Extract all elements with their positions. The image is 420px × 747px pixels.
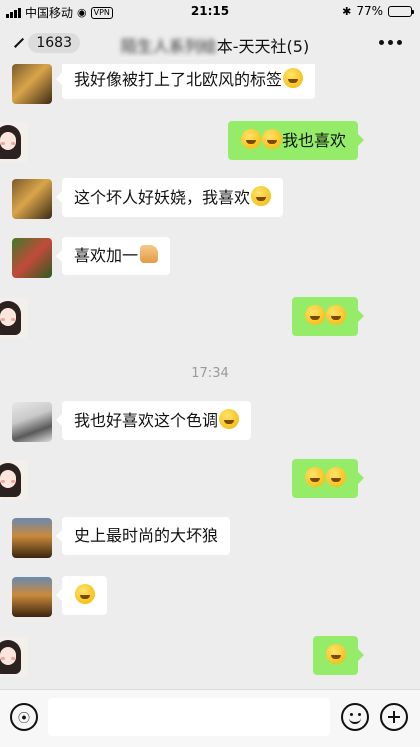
more-dots-icon: [379, 39, 384, 45]
more-actions-button[interactable]: [380, 703, 408, 731]
message-input[interactable]: [48, 698, 330, 736]
message-bubble[interactable]: [313, 636, 364, 675]
voice-icon: ⦿: [17, 710, 30, 725]
avatar[interactable]: [12, 238, 52, 278]
message-bubble[interactable]: [56, 576, 107, 615]
kiss-emoji-icon: [305, 467, 325, 487]
voice-input-button[interactable]: ⦿: [10, 703, 38, 731]
avatar[interactable]: [0, 460, 28, 500]
avatar[interactable]: [0, 122, 28, 162]
battery-percent: 77%: [356, 4, 383, 18]
grin-emoji-icon: [75, 584, 95, 604]
message-bubble[interactable]: 我好像被打上了北欧风的标签: [55, 64, 316, 99]
message-text: 喜欢加一: [74, 246, 139, 265]
timestamp: 17:34: [191, 366, 229, 381]
tears-of-joy-emoji-icon: [326, 305, 346, 325]
input-toolbar: ⦿: [0, 689, 420, 747]
back-button[interactable]: 1683: [14, 31, 80, 55]
emoji-button[interactable]: [341, 703, 369, 731]
avatar[interactable]: [12, 179, 52, 219]
status-bar: 中国移动 ◉ VPN 21:15 ✱ 77%: [0, 0, 420, 22]
message-row: [0, 636, 420, 677]
bluetooth-icon: ✱: [342, 4, 352, 18]
thumbs-up-emoji-icon: [140, 245, 159, 263]
avatar[interactable]: [12, 64, 52, 104]
message-text: 我也好喜欢这个色调: [74, 411, 219, 430]
grin-emoji-icon: [261, 129, 282, 149]
unread-count-badge: 1683: [28, 33, 80, 53]
chat-message-list[interactable]: 我好像被打上了北欧风的标签 我也喜欢 这个坏人好妖娆，我喜欢 喜欢加一 17:3…: [0, 64, 420, 689]
grin-emoji-icon: [240, 129, 261, 149]
message-text: 我也喜欢: [281, 131, 346, 150]
heart-eyes-emoji-icon: [251, 186, 272, 206]
chat-title-blurred: 陌生人系列绘: [120, 37, 217, 56]
chat-title: 陌生人系列绘本-天天社(5): [100, 33, 330, 57]
avatar[interactable]: [12, 518, 52, 558]
message-row: 我也喜欢: [0, 121, 420, 162]
message-text: 史上最时尚的大坏狼: [74, 526, 219, 545]
message-bubble[interactable]: 我也好喜欢这个色调: [55, 401, 252, 440]
kiss-emoji-icon: [326, 467, 346, 487]
message-bubble[interactable]: 史上最时尚的大坏狼: [55, 517, 231, 555]
message-bubble[interactable]: 我也喜欢: [227, 121, 365, 160]
message-bubble[interactable]: [292, 297, 364, 336]
chat-header: 1683 陌生人系列绘本-天天社(5): [0, 22, 420, 64]
chat-title-text: 本-天天社(5): [216, 37, 310, 56]
tears-of-joy-emoji-icon: [305, 305, 325, 325]
message-row: [0, 297, 420, 338]
message-row: [0, 459, 420, 500]
message-text: 我好像被打上了北欧风的标签: [74, 70, 283, 89]
message-bubble[interactable]: 这个坏人好妖娆，我喜欢: [55, 178, 284, 217]
battery-icon: [388, 5, 414, 17]
avatar[interactable]: [0, 637, 28, 677]
emoji-face-icon: [349, 717, 361, 724]
rofl-emoji-icon: [326, 644, 346, 664]
message-bubble[interactable]: 喜欢加一: [55, 237, 171, 275]
avatar[interactable]: [12, 402, 52, 442]
avatar[interactable]: [12, 577, 52, 617]
smile-emoji-icon: [219, 409, 240, 429]
more-options-button[interactable]: [379, 34, 402, 50]
back-chevron-icon: [14, 37, 25, 49]
message-bubble[interactable]: [292, 459, 364, 498]
grin-emoji-icon: [283, 68, 304, 88]
avatar[interactable]: [0, 298, 28, 338]
message-text: 这个坏人好妖娆，我喜欢: [74, 188, 251, 207]
